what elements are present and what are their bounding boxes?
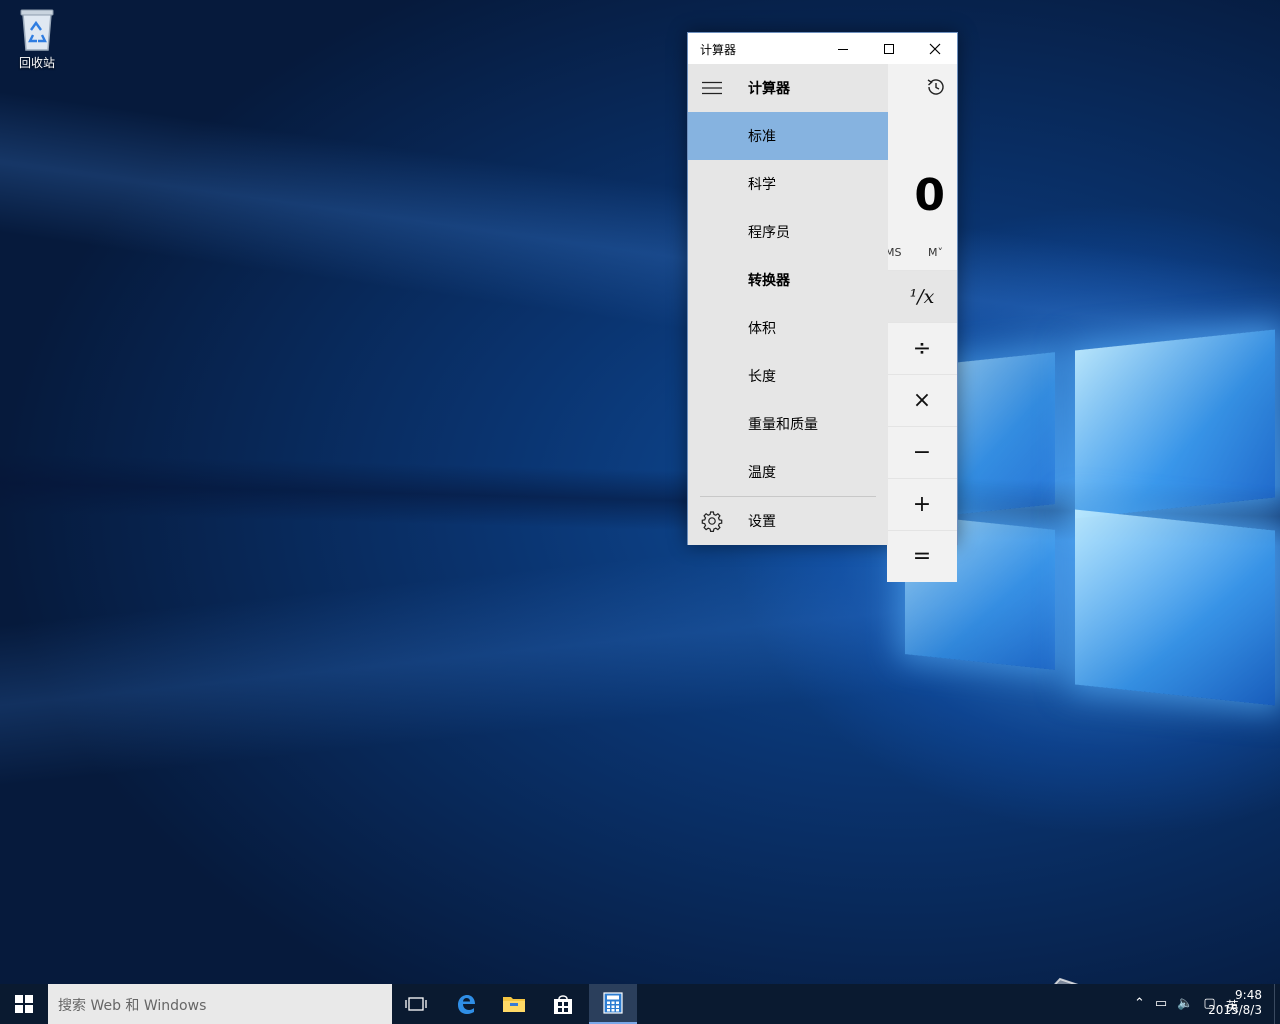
store-button[interactable] — [539, 984, 587, 1024]
nav-item-length[interactable]: 长度 — [688, 352, 888, 400]
nav-item-label: 标准 — [748, 129, 776, 145]
divide-button[interactable]: ÷ — [887, 322, 957, 374]
minus-button[interactable]: − — [887, 426, 957, 478]
file-explorer-button[interactable] — [490, 984, 538, 1024]
desktop: 回收站 计算器 0 MS M˅ ¹∕x ÷ × − + = 计算器 标准 科学 … — [0, 0, 1280, 1024]
calculator-window: 计算器 0 MS M˅ ¹∕x ÷ × − + = 计算器 标准 科学 程序员 … — [687, 32, 958, 582]
edge-icon — [458, 995, 475, 1014]
chevron-up-icon[interactable]: ⌃ — [1134, 996, 1145, 1015]
multiply-button[interactable]: × — [887, 374, 957, 426]
nav-header-calculator-label: 计算器 — [748, 81, 790, 97]
folder-icon — [503, 997, 525, 1012]
minimize-icon — [838, 48, 848, 50]
navigation-pane: 计算器 标准 科学 程序员 转换器 体积 长度 重量和质量 温度 设置 — [688, 64, 888, 545]
nav-item-label: 程序员 — [748, 225, 790, 241]
nav-header-converter: 转换器 — [688, 256, 888, 304]
network-icon[interactable]: ▭ — [1155, 996, 1167, 1015]
history-icon — [927, 79, 944, 95]
store-icon — [554, 995, 572, 1014]
nav-item-weight-mass[interactable]: 重量和质量 — [688, 400, 888, 448]
windows-logo-pane — [1075, 329, 1275, 519]
search-placeholder: 搜索 Web 和 Windows — [58, 998, 207, 1014]
result-display: 0 — [914, 170, 945, 221]
clock-date: 2015/8/3 — [1208, 1003, 1262, 1017]
nav-item-scientific[interactable]: 科学 — [688, 160, 888, 208]
task-view-icon — [405, 997, 427, 1011]
history-button[interactable] — [925, 76, 947, 98]
nav-item-standard[interactable]: 标准 — [688, 112, 888, 160]
nav-header-calculator: 计算器 — [688, 64, 888, 112]
calculator-icon — [603, 992, 623, 1014]
plus-button[interactable]: + — [887, 478, 957, 530]
windows-logo-pane — [1075, 509, 1275, 706]
nav-item-label: 体积 — [748, 321, 776, 337]
start-button[interactable] — [0, 984, 48, 1024]
nav-item-settings[interactable]: 设置 — [688, 497, 888, 545]
operator-column: ¹∕x ÷ × − + = — [887, 270, 957, 582]
gear-icon — [701, 510, 723, 532]
recycle-bin-label: 回收站 — [18, 56, 55, 70]
nav-item-label: 设置 — [748, 514, 776, 530]
nav-item-label: 重量和质量 — [748, 417, 818, 433]
calculator-taskbar-button[interactable] — [589, 984, 637, 1024]
task-view-button[interactable] — [392, 984, 440, 1024]
nav-item-label: 科学 — [748, 177, 776, 193]
search-box[interactable]: 搜索 Web 和 Windows — [48, 984, 392, 1024]
clock-time: 9:48 — [1235, 988, 1262, 1002]
taskbar: 搜索 Web 和 Windows ⌃ ▭ 🔈 ▢ 英 9:48 2015/8/3 — [0, 984, 1280, 1024]
close-icon — [929, 43, 941, 54]
recycle-bin-icon — [17, 6, 57, 52]
window-title: 计算器 — [700, 43, 737, 57]
recycle-bin-shortcut[interactable]: 回收站 — [8, 6, 66, 71]
reciprocal-button[interactable]: ¹∕x — [887, 270, 957, 322]
windows-start-icon — [15, 995, 33, 1013]
nav-item-label: 温度 — [748, 465, 776, 481]
memory-row: MS M˅ — [877, 246, 957, 268]
hamburger-menu-button[interactable] — [702, 80, 722, 96]
clock[interactable]: 9:48 2015/8/3 — [1208, 988, 1262, 1018]
volume-icon[interactable]: 🔈 — [1177, 996, 1193, 1015]
nav-item-volume[interactable]: 体积 — [688, 304, 888, 352]
hamburger-icon — [702, 81, 722, 95]
maximize-button[interactable] — [866, 33, 912, 64]
nav-item-programmer[interactable]: 程序员 — [688, 208, 888, 256]
equals-button[interactable]: = — [887, 530, 957, 582]
nav-item-label: 长度 — [748, 369, 776, 385]
title-bar[interactable]: 计算器 — [688, 33, 957, 64]
system-tray: ⌃ ▭ 🔈 ▢ 英 9:48 2015/8/3 — [1080, 984, 1280, 1024]
edge-browser-button[interactable] — [442, 984, 490, 1024]
minimize-button[interactable] — [820, 33, 866, 64]
nav-header-converter-label: 转换器 — [748, 273, 790, 289]
nav-item-temperature[interactable]: 温度 — [688, 448, 888, 496]
show-desktop-button[interactable] — [1274, 984, 1280, 1024]
close-button[interactable] — [912, 33, 958, 64]
memory-view-button[interactable]: M˅ — [928, 246, 943, 259]
maximize-icon — [884, 43, 894, 54]
